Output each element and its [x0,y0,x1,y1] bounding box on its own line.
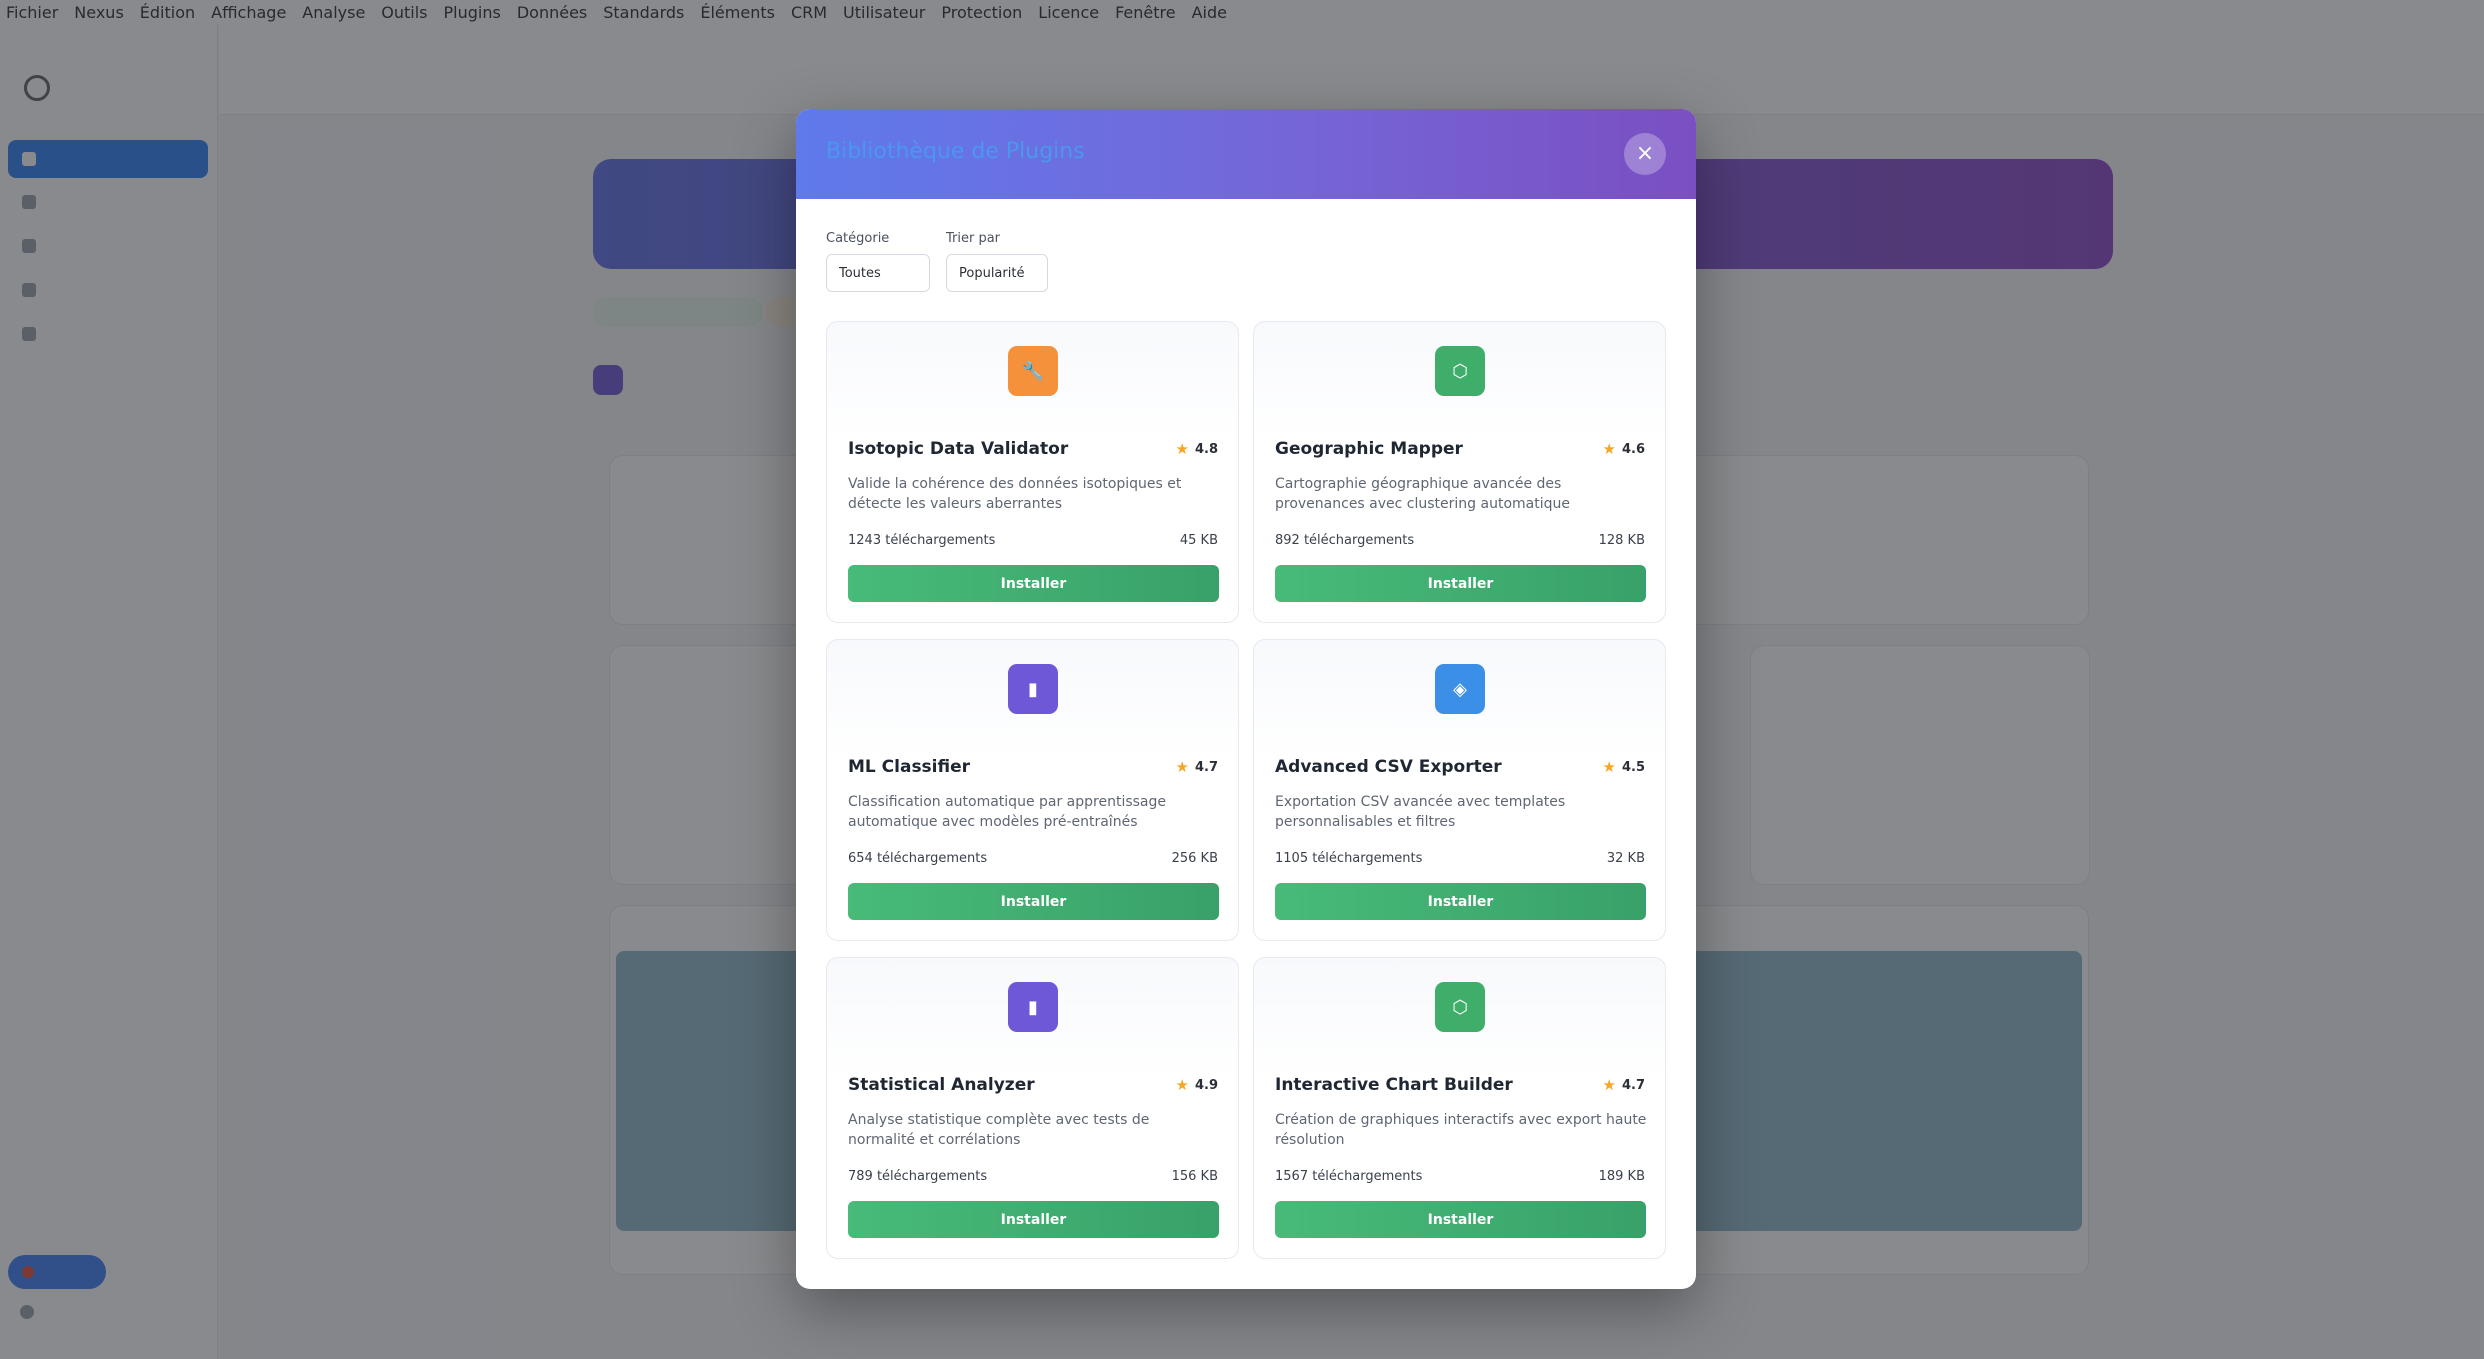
plugin-card: ▮ ML Classifier ★ 4.7 Classification auto… [826,639,1239,941]
plugin-downloads: 1243 téléchargements [848,533,996,548]
hexagon-icon: ⬡ [1435,346,1485,396]
plugin-size: 32 KB [1606,851,1645,866]
category-filter: Catégorie Toutes [826,231,930,292]
close-button[interactable]: × [1624,133,1666,175]
plugin-downloads: 1567 téléchargements [1275,1169,1423,1184]
rating-value: 4.9 [1194,1077,1218,1093]
plugin-card: ▮ Statistical Analyzer ★ 4.9 Analyse stat… [826,957,1239,1259]
plugin-downloads: 1105 téléchargements [1275,851,1423,866]
plugin-name: Geographic Mapper [1275,439,1463,459]
plugin-downloads: 654 téléchargements [848,851,988,866]
plugin-size: 256 KB [1171,851,1218,866]
install-button[interactable]: Installer [1275,565,1646,602]
rating-value: 4.6 [1621,441,1645,457]
plugin-description: Création de graphiques interactifs avec … [1275,1112,1647,1148]
plugin-rating: ★ 4.7 [1176,758,1218,776]
filters-bar: Catégorie Toutes Trier par Popularité [826,231,1048,292]
plugin-rating: ★ 4.6 [1603,440,1645,458]
plugin-description: Classification automatique par apprentis… [848,794,1167,830]
plugin-card: ◈ Advanced CSV Exporter ★ 4.5 Exportation… [1253,639,1666,941]
star-icon: ★ [1602,758,1616,776]
plugin-library-modal: Bibliothèque de Plugins × Catégorie Tout… [796,109,1696,1289]
plugin-size: 128 KB [1598,533,1645,548]
sort-label: Trier par [946,231,1001,246]
plugin-description: Exportation CSV avancée avec templates p… [1275,794,1566,830]
modal-title: Bibliothèque de Plugins [826,139,1085,164]
bar-chart-icon: ▮ [1008,982,1058,1032]
star-icon: ★ [1175,1076,1189,1094]
plugin-size: 156 KB [1171,1169,1218,1184]
plugin-name: Advanced CSV Exporter [1275,757,1502,777]
plugin-card: ⬡ Interactive Chart Builder ★ 4.7 Créatio… [1253,957,1666,1259]
install-button[interactable]: Installer [1275,1201,1646,1238]
rating-value: 4.7 [1621,1077,1645,1093]
hexagon-icon: ⬡ [1435,982,1485,1032]
install-button[interactable]: Installer [848,883,1219,920]
close-icon: × [1635,141,1655,166]
install-button[interactable]: Installer [848,565,1219,602]
star-icon: ★ [1175,440,1189,458]
category-select[interactable]: Toutes [826,254,930,292]
plugin-name: Interactive Chart Builder [1275,1075,1513,1095]
plugin-description: Valide la cohérence des données isotopiq… [848,476,1182,512]
plugin-rating: ★ 4.7 [1603,1076,1645,1094]
plugin-downloads: 892 téléchargements [1275,533,1415,548]
star-icon: ★ [1602,1076,1616,1094]
star-icon: ★ [1175,758,1189,776]
plugin-rating: ★ 4.8 [1176,440,1218,458]
sort-select[interactable]: Popularité [946,254,1048,292]
plugin-name: Isotopic Data Validator [848,439,1069,459]
rating-value: 4.7 [1194,759,1218,775]
plugin-name: ML Classifier [848,757,971,777]
wrench-icon: 🔧 [1008,346,1058,396]
plugin-name: Statistical Analyzer [848,1075,1035,1095]
plugin-size: 189 KB [1598,1169,1645,1184]
star-icon: ★ [1602,440,1616,458]
install-button[interactable]: Installer [1275,883,1646,920]
bar-chart-icon: ▮ [1008,664,1058,714]
category-label: Catégorie [826,231,890,246]
plugin-size: 45 KB [1179,533,1218,548]
plugin-description: Cartographie géographique avancée des pr… [1275,476,1570,512]
plugin-description: Analyse statistique complète avec tests … [848,1112,1150,1148]
install-button[interactable]: Installer [848,1201,1219,1238]
cube-icon: ◈ [1435,664,1485,714]
rating-value: 4.5 [1621,759,1645,775]
modal-header: Bibliothèque de Plugins × [796,109,1696,199]
sort-filter: Trier par Popularité [946,231,1048,292]
plugin-card: ⬡ Geographic Mapper ★ 4.6 Cartographie gé… [1253,321,1666,623]
plugin-card: 🔧 Isotopic Data Validator ★ 4.8 Valide la… [826,321,1239,623]
plugin-rating: ★ 4.5 [1603,758,1645,776]
rating-value: 4.8 [1194,441,1218,457]
plugin-downloads: 789 téléchargements [848,1169,988,1184]
plugin-rating: ★ 4.9 [1176,1076,1218,1094]
